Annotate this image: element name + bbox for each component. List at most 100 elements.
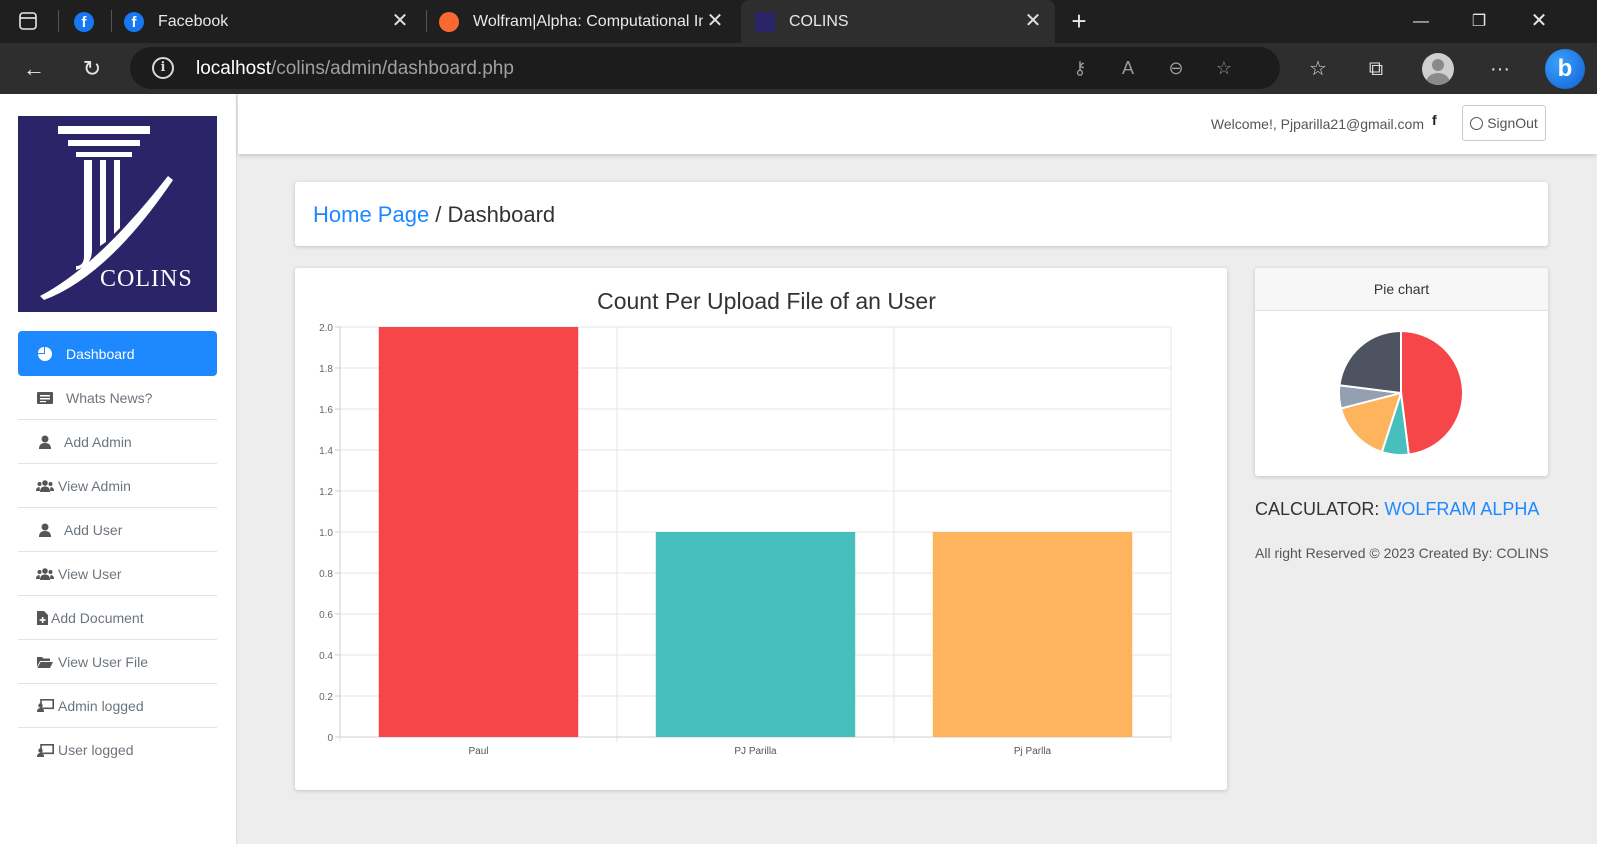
pie-slice [1400, 329, 1464, 456]
facebook-icon[interactable]: f [1432, 112, 1437, 128]
top-navbar: Welcome!, Pjparilla21@gmail.com f SignOu… [238, 94, 1597, 154]
pie-chart-title: Pie chart [1255, 268, 1548, 311]
pie-chart [1338, 329, 1464, 456]
user-circle-icon [1470, 116, 1484, 130]
breadcrumb: Home Page / Dashboard [295, 182, 1548, 246]
sidebar-menu: Dashboard Whats News? Add Admin View Adm… [18, 331, 217, 772]
browser-tab-bar: f f Facebook ✕ Wolfram|Alpha: Computatio… [0, 0, 1597, 43]
tab-wolfram[interactable]: Wolfram|Alpha: Computational Intelligenc… [439, 0, 737, 43]
pie-slice [1338, 329, 1402, 395]
sidebar-item-admin-logged[interactable]: Admin logged [18, 684, 217, 728]
favorite-icon[interactable]: ☆ [1212, 56, 1236, 80]
x-tick-label: Pj Parlla [1014, 746, 1052, 757]
file-plus-icon [36, 610, 48, 626]
zoom-out-icon[interactable]: ⊖ [1164, 56, 1188, 80]
sidebar-item-dashboard[interactable]: Dashboard [18, 331, 217, 376]
read-aloud-icon[interactable]: A [1116, 56, 1140, 80]
bar [378, 327, 579, 737]
users-icon [36, 566, 54, 582]
chalkboard-user-icon [36, 742, 54, 758]
tab-colins[interactable]: COLINS ✕ [741, 0, 1055, 43]
sidebar-item-view-admin[interactable]: View Admin [18, 464, 217, 508]
signout-label: SignOut [1487, 115, 1538, 131]
sidebar-item-label: View User [58, 565, 122, 582]
y-tick-label: 1.2 [319, 487, 333, 498]
sidebar-item-label: Whats News? [66, 389, 153, 406]
more-icon[interactable]: ··· [1482, 51, 1518, 87]
breadcrumb-current: Dashboard [447, 202, 556, 227]
sidebar-item-label: Dashboard [66, 345, 135, 362]
y-tick-label: 1.0 [319, 528, 333, 539]
tab-title: Facebook [158, 12, 229, 30]
address-bar: ← ↻ i localhost/colins/admin/dashboard.p… [0, 43, 1597, 94]
sidebar-item-label: Add Admin [64, 433, 132, 450]
sidebar-item-label: View Admin [58, 477, 131, 494]
collections-icon[interactable]: ⧉ [1358, 51, 1394, 87]
bar [655, 532, 856, 737]
facebook-icon: f [124, 11, 144, 32]
y-tick-label: 1.4 [319, 446, 333, 457]
refresh-icon[interactable]: ↻ [74, 51, 110, 87]
y-tick-label: 0.2 [319, 692, 333, 703]
y-tick-label: 1.6 [319, 405, 333, 416]
welcome-text: Welcome!, Pjparilla21@gmail.com [1210, 116, 1424, 132]
wolfram-alpha-link[interactable]: WOLFRAM ALPHA [1384, 499, 1539, 519]
info-icon[interactable]: i [152, 57, 174, 79]
wolfram-icon [439, 11, 459, 32]
sidebar-item-add-document[interactable]: Add Document [18, 596, 217, 640]
close-icon[interactable]: ✕ [388, 9, 412, 33]
breadcrumb-separator: / [429, 202, 448, 227]
bing-icon[interactable]: b [1545, 49, 1585, 89]
back-icon[interactable]: ← [16, 51, 52, 87]
footer-text: All right Reserved © 2023 Created By: CO… [1255, 545, 1549, 561]
sidebar-item-add-user[interactable]: Add User [18, 508, 217, 552]
user-icon [36, 434, 54, 450]
tab-facebook[interactable]: f Facebook ✕ [124, 0, 422, 43]
calculator-line: CALCULATOR: WOLFRAM ALPHA [1255, 499, 1539, 520]
colins-icon [755, 11, 775, 32]
y-tick-label: 0.6 [319, 610, 333, 621]
sidebar-item-whats-news[interactable]: Whats News? [18, 376, 217, 420]
y-tick-label: 2.0 [319, 323, 333, 334]
tab-pinned-facebook[interactable]: f [74, 0, 108, 43]
calculator-label: CALCULATOR: [1255, 499, 1380, 519]
bar-chart: Count Per Upload File of an User 0 0.2 0.4 0… [319, 288, 1172, 757]
sidebar-item-label: User logged [58, 742, 134, 758]
bar-chart-card: Count Per Upload File of an User 0 0.2 0.4 0… [295, 268, 1227, 790]
close-icon[interactable]: ✕ [1021, 9, 1045, 33]
restore-icon[interactable]: ❐ [1450, 0, 1508, 43]
bar [932, 532, 1133, 737]
tab-title: COLINS [789, 12, 849, 30]
chart-pie-icon [36, 346, 54, 362]
y-tick-label: 0 [327, 733, 333, 744]
key-icon[interactable]: ⚷ [1068, 56, 1092, 80]
url-input[interactable]: i localhost/colins/admin/dashboard.php ⚷… [130, 47, 1280, 89]
sidebar-item-label: Admin logged [58, 697, 144, 714]
minimize-icon[interactable]: — [1392, 0, 1450, 43]
facebook-icon: f [74, 11, 94, 32]
user-icon [36, 522, 54, 538]
sidebar-item-label: View User File [58, 653, 148, 670]
chart-title: Count Per Upload File of an User [597, 288, 936, 314]
sidebar-item-view-user[interactable]: View User [18, 552, 217, 596]
x-tick-label: PJ Parilla [734, 746, 777, 757]
tab-actions-icon[interactable] [0, 0, 56, 43]
close-icon[interactable]: ✕ [703, 9, 727, 33]
favorites-icon[interactable]: ☆ [1300, 51, 1336, 87]
signout-button[interactable]: SignOut [1462, 105, 1546, 141]
new-tab-icon[interactable]: + [1062, 0, 1096, 43]
y-tick-label: 0.8 [319, 569, 333, 580]
url-text: localhost/colins/admin/dashboard.php [196, 58, 514, 79]
x-tick-label: Paul [468, 746, 488, 757]
folder-open-icon [36, 654, 54, 670]
breadcrumb-home-link[interactable]: Home Page [313, 202, 429, 227]
sidebar-item-label: Add Document [51, 609, 144, 626]
users-icon [36, 478, 54, 494]
sidebar: COLINS Dashboard Whats News? Add Admin V… [0, 94, 237, 844]
sidebar-item-add-admin[interactable]: Add Admin [18, 420, 217, 464]
colins-logo[interactable]: COLINS [18, 116, 217, 312]
sidebar-item-user-logged[interactable]: User logged [18, 728, 217, 772]
sidebar-item-view-user-file[interactable]: View User File [18, 640, 217, 684]
window-close-icon[interactable]: ✕ [1510, 0, 1568, 43]
profile-avatar[interactable] [1422, 53, 1454, 85]
